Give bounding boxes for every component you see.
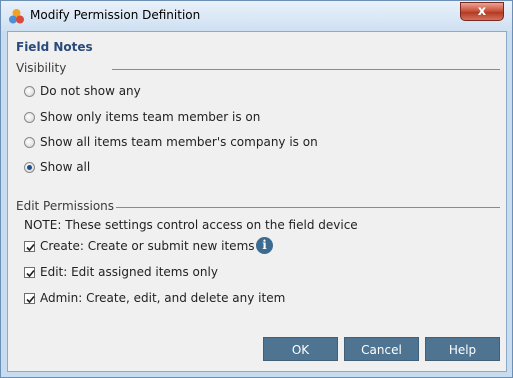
edit-permissions-divider [116, 207, 500, 208]
cancel-button[interactable]: Cancel [344, 337, 419, 361]
checkbox-label: Create: Create or submit new items [40, 239, 255, 253]
visibility-divider [112, 69, 500, 70]
title-bar[interactable]: Modify Permission Definition x [1, 1, 512, 31]
close-button[interactable]: x [460, 2, 504, 21]
checkmark-icon [26, 243, 35, 251]
radio-button[interactable] [24, 85, 35, 97]
checkbox-create[interactable]: Create: Create or submit new items [24, 237, 255, 255]
edit-permissions-group-label: Edit Permissions [16, 199, 115, 213]
dialog-window: Modify Permission Definition x Field Not… [0, 0, 513, 378]
checkbox-label: Edit: Edit assigned items only [40, 265, 218, 279]
checkbox-label: Admin: Create, edit, and delete any item [40, 291, 286, 305]
radio-option-team-member[interactable]: Show only items team member is on [24, 108, 260, 126]
ok-button[interactable]: OK [263, 337, 338, 361]
radio-label: Do not show any [40, 84, 141, 98]
radio-label: Show only items team member is on [40, 110, 261, 124]
radio-button[interactable] [24, 136, 35, 148]
section-title: Field Notes [16, 40, 93, 54]
help-button[interactable]: Help [425, 337, 500, 361]
checkbox-edit[interactable]: Edit: Edit assigned items only [24, 263, 218, 281]
radio-label: Show all items team member's company is … [40, 135, 318, 149]
checkbox[interactable] [24, 292, 35, 304]
radio-label: Show all [40, 160, 91, 174]
close-icon: x [477, 4, 487, 19]
window-title: Modify Permission Definition [30, 8, 201, 22]
radio-button[interactable] [24, 111, 35, 123]
visibility-group-label: Visibility [16, 61, 67, 75]
radio-option-company[interactable]: Show all items team member's company is … [24, 133, 318, 151]
radio-option-do-not-show[interactable]: Do not show any [24, 82, 141, 100]
checkbox[interactable] [24, 240, 35, 252]
permissions-note: NOTE: These settings control access on t… [24, 218, 358, 232]
radio-option-show-all[interactable]: Show all [24, 158, 90, 176]
dialog-content: Field Notes Visibility Do not show any S… [7, 31, 507, 372]
radio-button-selected[interactable] [24, 161, 35, 173]
checkbox[interactable] [24, 266, 35, 278]
checkbox-admin[interactable]: Admin: Create, edit, and delete any item [24, 289, 285, 307]
checkmark-icon [26, 269, 35, 277]
checkmark-icon [26, 295, 35, 303]
app-icon [9, 9, 24, 24]
info-icon[interactable]: i [256, 237, 273, 254]
